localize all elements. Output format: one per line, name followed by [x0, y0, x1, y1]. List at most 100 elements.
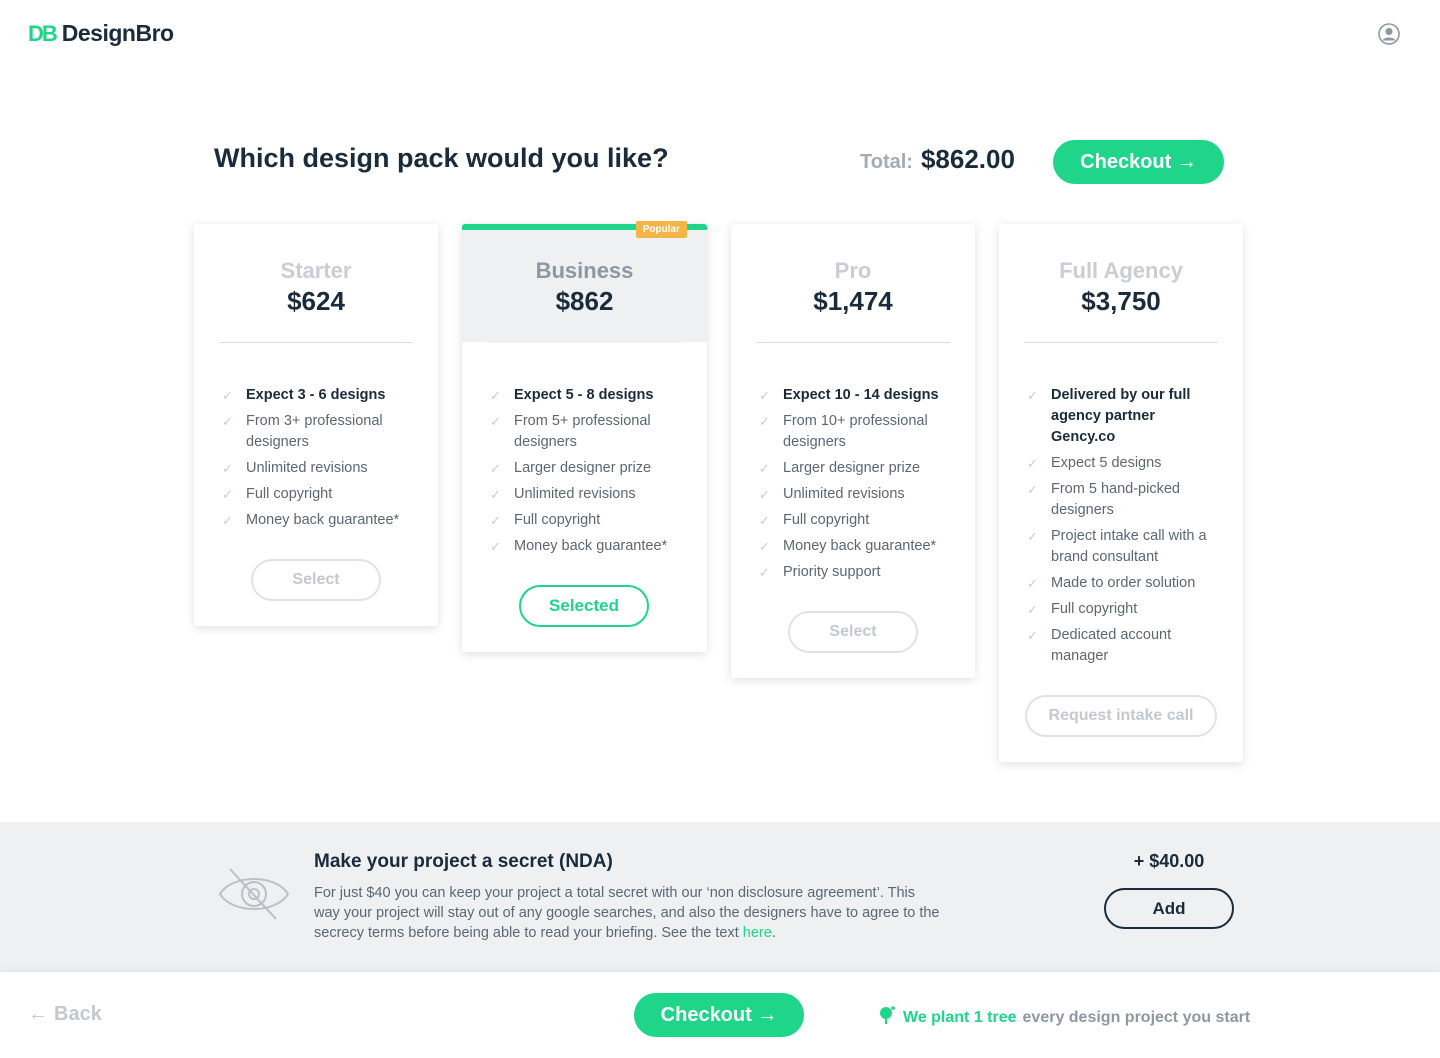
arrow-left-icon: ← — [28, 1003, 48, 1025]
eye-slash-icon — [218, 866, 290, 927]
feature-item: ✓ From 10+ professional designers — [759, 411, 951, 453]
nda-title: Make your project a secret (NDA) — [314, 851, 613, 872]
check-icon: ✓ — [759, 565, 770, 580]
checkout-button-bottom[interactable]: Checkout → — [634, 993, 804, 1037]
feature-text: From 3+ professional designers — [246, 413, 383, 450]
tree-icon — [877, 1005, 897, 1030]
check-icon: ✓ — [1027, 576, 1038, 591]
user-icon[interactable] — [1378, 23, 1400, 45]
check-icon: ✓ — [222, 461, 233, 476]
check-icon: ✓ — [1027, 482, 1038, 497]
feature-item: ✓ From 5+ professional designers — [490, 411, 683, 453]
back-label: Back — [54, 1003, 102, 1025]
check-icon: ✓ — [1027, 628, 1038, 643]
feature-item: ✓ Money back guarantee* — [490, 536, 683, 557]
feature-text: Expect 3 - 6 designs — [246, 387, 386, 403]
popular-badge: Popular — [635, 221, 687, 238]
card-header: Full Agency $3,750 — [999, 224, 1243, 342]
tree-highlight-text: We plant 1 tree — [903, 1008, 1017, 1026]
check-icon: ✓ — [490, 461, 501, 476]
back-button[interactable]: ← Back — [28, 1003, 102, 1026]
feature-item: ✓ Expect 3 - 6 designs — [222, 385, 414, 406]
check-icon: ✓ — [490, 513, 501, 528]
feature-item: ✓ Money back guarantee* — [759, 536, 951, 557]
pack-card-pro: Pro $1,474 ✓ Expect 10 - 14 designs ✓ From… — [731, 224, 975, 678]
feature-item: ✓ Full copyright — [1027, 599, 1219, 620]
feature-text: Expect 5 designs — [1051, 455, 1162, 471]
feature-item: ✓ Larger designer prize — [759, 458, 951, 479]
feature-text: Made to order solution — [1051, 575, 1196, 591]
logo-text: DesignBro — [61, 20, 174, 46]
total-value: $862.00 — [920, 144, 1015, 174]
feature-text: Priority support — [783, 564, 881, 580]
logo[interactable]: DB DesignBro — [28, 20, 174, 47]
nda-here-link[interactable]: here — [743, 925, 772, 941]
feature-item: ✓ Larger designer prize — [490, 458, 683, 479]
feature-text: Full copyright — [1051, 601, 1138, 617]
pack-price: $3,750 — [1081, 286, 1161, 316]
total-label: Total: — [860, 151, 913, 173]
feature-text: Delivered by our full agency partner Gen… — [1051, 387, 1191, 445]
feature-item: ✓ Full copyright — [222, 484, 414, 505]
tree-banner: We plant 1 tree every design project you… — [877, 1005, 1250, 1030]
select-starter-button[interactable]: Select — [251, 559, 381, 601]
pack-card-starter: Starter $624 ✓ Expect 3 - 6 designs ✓ From… — [194, 224, 438, 626]
total: Total: $862.00 — [860, 144, 1015, 175]
check-icon: ✓ — [222, 487, 233, 502]
feature-text: Full copyright — [783, 512, 870, 528]
feature-text: Money back guarantee* — [783, 538, 937, 554]
check-icon: ✓ — [759, 414, 770, 429]
nda-add-button[interactable]: Add — [1104, 888, 1234, 929]
feature-text: From 10+ professional designers — [783, 413, 928, 450]
pack-price: $624 — [287, 286, 345, 316]
check-icon: ✓ — [1027, 602, 1038, 617]
card-header: Starter $624 — [194, 224, 438, 342]
feature-item: ✓ Full copyright — [490, 510, 683, 531]
feature-text: Full copyright — [246, 486, 333, 502]
feature-list: ✓ Delivered by our full agency partner Ge… — [999, 343, 1243, 667]
feature-item: ✓ Expect 5 designs — [1027, 453, 1219, 474]
feature-item: ✓ Project intake call with a brand consul… — [1027, 526, 1219, 568]
check-icon: ✓ — [759, 539, 770, 554]
feature-item: ✓ Full copyright — [759, 510, 951, 531]
pack-name: Full Agency — [1059, 258, 1183, 283]
check-icon: ✓ — [490, 414, 501, 429]
request-intake-call-button[interactable]: Request intake call — [1025, 695, 1217, 737]
check-icon: ✓ — [759, 513, 770, 528]
feature-text: Dedicated account manager — [1051, 627, 1172, 664]
feature-text: Unlimited revisions — [246, 460, 368, 476]
logo-mark: DB — [28, 20, 58, 46]
tree-text: every design project you start — [1022, 1008, 1251, 1026]
select-pro-button[interactable]: Select — [788, 611, 918, 653]
feature-text: Money back guarantee* — [246, 512, 400, 528]
select-business-button[interactable]: Selected — [519, 585, 649, 627]
feature-item: ✓ Priority support — [759, 562, 951, 583]
check-icon: ✓ — [490, 539, 501, 554]
pack-name: Business — [535, 258, 634, 283]
feature-list: ✓ Expect 10 - 14 designs ✓ From 10+ profes… — [731, 343, 975, 583]
card-header: Pro $1,474 — [731, 224, 975, 342]
pack-name: Starter — [280, 258, 352, 283]
feature-item: ✓ Money back guarantee* — [222, 510, 414, 531]
feature-item: ✓ Unlimited revisions — [490, 484, 683, 505]
pack-card-full-agency: Full Agency $3,750 ✓ Delivered by our ful… — [999, 224, 1243, 762]
feature-list: ✓ Expect 3 - 6 designs ✓ From 3+ professio… — [194, 343, 438, 531]
feature-item: ✓ Unlimited revisions — [222, 458, 414, 479]
check-icon: ✓ — [490, 388, 501, 403]
checkout-button-top[interactable]: Checkout → — [1053, 140, 1224, 184]
nda-price: + $40.00 — [1133, 851, 1205, 871]
feature-item: ✓ Unlimited revisions — [759, 484, 951, 505]
nda-body-text: For just $40 you can keep your project a… — [314, 885, 940, 941]
feature-item: ✓ Delivered by our full agency partner Ge… — [1027, 385, 1219, 448]
pack-price: $1,474 — [813, 286, 893, 316]
feature-text: Unlimited revisions — [514, 486, 636, 502]
check-icon: ✓ — [1027, 456, 1038, 471]
feature-text: Expect 10 - 14 designs — [783, 387, 939, 403]
check-icon: ✓ — [222, 513, 233, 528]
feature-text: Money back guarantee* — [514, 538, 668, 554]
check-icon: ✓ — [759, 461, 770, 476]
feature-text: Full copyright — [514, 512, 601, 528]
feature-item: ✓ From 5 hand-picked designers — [1027, 479, 1219, 521]
check-icon: ✓ — [222, 414, 233, 429]
feature-item: ✓ Expect 5 - 8 designs — [490, 385, 683, 406]
